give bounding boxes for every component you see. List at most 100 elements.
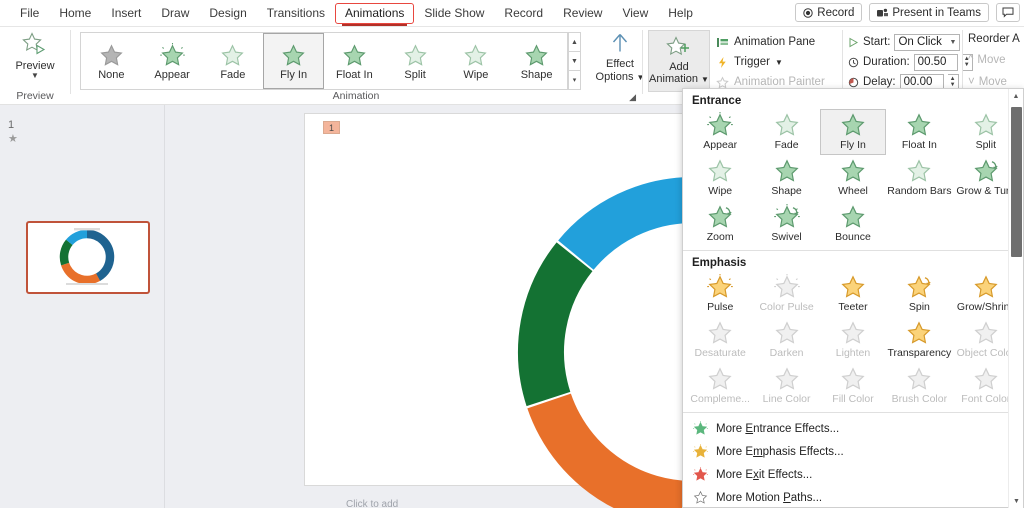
ribbon-tab-record[interactable]: Record [494,2,553,25]
effect-label: Float In [901,139,937,151]
effect-random-bars[interactable]: Random Bars [886,155,952,201]
effect-wheel[interactable]: Wheel [820,155,886,201]
effect-fade[interactable]: Fade [753,109,819,155]
gallery-scroll-controls[interactable]: ▲ ▼ ▾ [568,32,581,90]
effect-label: Darken [769,347,804,359]
ribbon-tab-design[interactable]: Design [199,2,256,25]
delay-value: 00.00 [903,76,933,88]
effect-label: Object Color [956,347,1015,359]
ribbon-tab-slide-show[interactable]: Slide Show [414,2,494,25]
animation-effect-split[interactable]: Split [385,33,446,89]
ribbon-tab-file[interactable]: File [10,2,49,25]
clock-icon [848,57,859,67]
animation-effect-fly-in[interactable]: Fly In [263,33,324,89]
effect-wipe[interactable]: Wipe [687,155,753,201]
menu-item-more-emphasis-effects[interactable]: More Emphasis Effects... [683,440,1023,463]
dropdown-scrollbar[interactable]: ▲ ▼ [1008,89,1023,508]
menu-item-more-motion-paths[interactable]: More Motion Paths... [683,486,1023,508]
animation-group-label: Animation [332,90,380,102]
effect-zoom[interactable]: Zoom [687,201,753,247]
comments-button[interactable] [996,3,1020,22]
star-teeter-icon [841,275,865,298]
animation-effect-none[interactable]: None [81,33,142,89]
effect-label: Fill Color [832,393,874,405]
ribbon-tab-insert[interactable]: Insert [101,2,151,25]
ribbon-tab-review[interactable]: Review [553,2,612,25]
effect-teeter[interactable]: Teeter [820,271,886,317]
ribbon-tab-transitions[interactable]: Transitions [257,2,335,25]
present-in-teams-label: Present in Teams [892,6,981,19]
animation-effect-appear[interactable]: Appear [142,33,203,89]
clock-delay-icon [848,77,859,87]
trigger-bolt-icon [719,56,726,68]
preview-button[interactable]: Preview ▼ [0,26,70,80]
add-animation-label-2: Animation [649,73,698,85]
effect-spin[interactable]: Spin [886,271,952,317]
gallery-more-button[interactable]: ▾ [568,70,581,90]
scroll-up-button[interactable]: ▲ [1009,89,1023,104]
timing-controls: Start: On Click ▼ Duration: 00.50 ▲ ▼ Del… [848,32,973,92]
effect-transparency[interactable]: Transparency [886,317,952,363]
star-bounce-icon [841,205,865,228]
preview-star-icon [22,32,46,55]
effect-swivel[interactable]: Swivel [753,201,819,247]
star-floatin-icon [907,113,931,136]
star-flyin-icon [841,113,865,136]
record-button[interactable]: Record [795,3,863,22]
ribbon-tab-view[interactable]: View [612,2,658,25]
effect-compleme: Compleme... [687,363,753,409]
menu-item-more-exit-effects[interactable]: More Exit Effects... [683,463,1023,486]
effect-darken: Darken [753,317,819,363]
animation-effect-label: Split [404,69,426,81]
ribbon-group-preview: Preview ▼ Preview [0,26,70,105]
effect-bounce[interactable]: Bounce [820,201,886,247]
animation-pane-button[interactable]: Animation Pane [716,32,825,52]
slide-number-badge: 1 [323,121,340,134]
star-objectcolor-icon [974,321,998,344]
star-linecolor-icon [774,367,799,390]
start-label: Start: [863,36,891,48]
effect-options-button[interactable]: Effect Options ▼ [590,31,650,84]
gallery-scroll-down-button[interactable]: ▼ [568,51,581,71]
animation-effect-wipe[interactable]: Wipe [446,33,507,89]
effect-shape[interactable]: Shape [753,155,819,201]
ribbon-tab-draw[interactable]: Draw [151,2,199,25]
effect-label: Font Color [961,393,1011,405]
slide-thumbnail-1[interactable] [26,221,150,294]
star-brushcolor-icon [907,367,931,390]
animation-dialog-launcher[interactable]: ◢ [629,92,636,103]
preview-chevron-down-icon[interactable]: ▼ [31,72,39,80]
move-earlier-button[interactable]: ^ Move [968,54,1006,66]
animation-effect-fade[interactable]: Fade [203,33,264,89]
slide-thumbnail-pane[interactable]: 1 ★ [0,105,165,508]
add-animation-label-1: Add [669,61,689,73]
duration-input[interactable]: 00.50 [913,53,958,71]
duration-row: Duration: 00.50 ▲ ▼ [848,52,973,72]
scroll-down-button[interactable]: ▼ [1009,494,1024,508]
move-later-button[interactable]: ˅ Move [968,76,1007,88]
ribbon-tab-animations[interactable]: Animations [335,2,415,26]
present-in-teams-button[interactable]: Present in Teams [869,3,989,22]
star-fade-icon [221,44,245,66]
scrollbar-thumb[interactable] [1011,107,1022,257]
effect-fly-in[interactable]: Fly In [819,109,887,155]
play-icon [849,37,859,47]
ribbon-tab-help[interactable]: Help [658,2,703,25]
animation-effect-float-in[interactable]: Float In [324,33,385,89]
animation-effect-shape[interactable]: Shape [506,33,567,89]
start-dropdown[interactable]: On Click ▼ [894,33,961,51]
effect-label: Transparency [887,347,952,359]
effect-float-in[interactable]: Float In [886,109,952,155]
ribbon-tab-home[interactable]: Home [49,2,101,25]
trigger-button[interactable]: Trigger ▼ [716,52,825,72]
add-animation-button[interactable]: Add Animation ▼ [648,30,710,92]
add-animation-dropdown-panel[interactable]: Entrance Appear Fade Fly In Float In Split Wip… [682,88,1024,508]
effect-appear[interactable]: Appear [687,109,753,155]
animation-gallery[interactable]: None Appear Fade Fly In Float In Split Wipe Sha… [80,32,568,90]
comment-icon [1002,7,1014,18]
animation-effect-label: Appear [154,69,190,81]
effect-pulse[interactable]: Pulse [687,271,753,317]
menu-item-more-entrance-effects[interactable]: More Entrance Effects... [683,417,1023,440]
delay-label: Delay: [863,76,896,88]
gallery-scroll-up-button[interactable]: ▲ [568,32,581,52]
